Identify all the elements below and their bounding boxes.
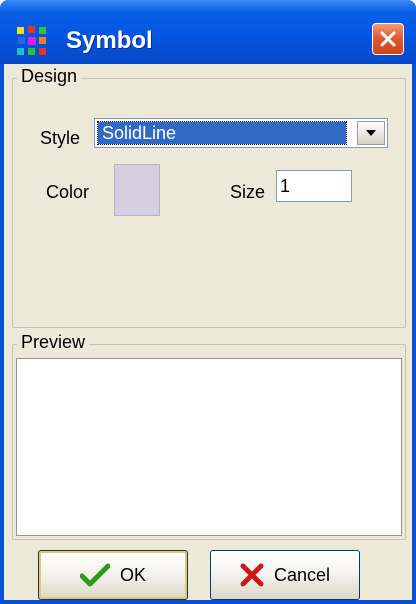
ok-button[interactable]: OK — [38, 550, 188, 600]
cancel-button[interactable]: Cancel — [210, 550, 360, 600]
window-title: Symbol — [66, 27, 153, 54]
color-swatch-button[interactable] — [114, 164, 160, 216]
chevron-down-icon — [366, 130, 376, 136]
preview-canvas — [16, 358, 402, 536]
close-button[interactable] — [372, 23, 404, 55]
dropdown-button[interactable] — [357, 121, 385, 145]
close-icon — [380, 31, 396, 47]
size-input[interactable]: 1 — [276, 170, 352, 202]
style-select-value: SolidLine — [97, 121, 347, 145]
style-label: Style — [40, 128, 81, 148]
design-legend: Design — [17, 66, 82, 87]
preview-legend: Preview — [17, 332, 90, 353]
style-select[interactable]: SolidLine — [94, 118, 388, 148]
title-bar[interactable]: Symbol — [0, 0, 416, 64]
cancel-label: Cancel — [273, 564, 331, 585]
grid-app-icon — [17, 26, 46, 55]
checkmark-icon — [79, 563, 110, 587]
dialog-client-area: Design Style SolidLine Color Size 1 Prev… — [4, 64, 412, 600]
color-label: Color — [46, 182, 90, 202]
ok-label: OK — [119, 564, 146, 585]
x-icon — [240, 563, 264, 587]
size-label: Size — [230, 182, 266, 202]
design-group: Design — [12, 66, 406, 328]
